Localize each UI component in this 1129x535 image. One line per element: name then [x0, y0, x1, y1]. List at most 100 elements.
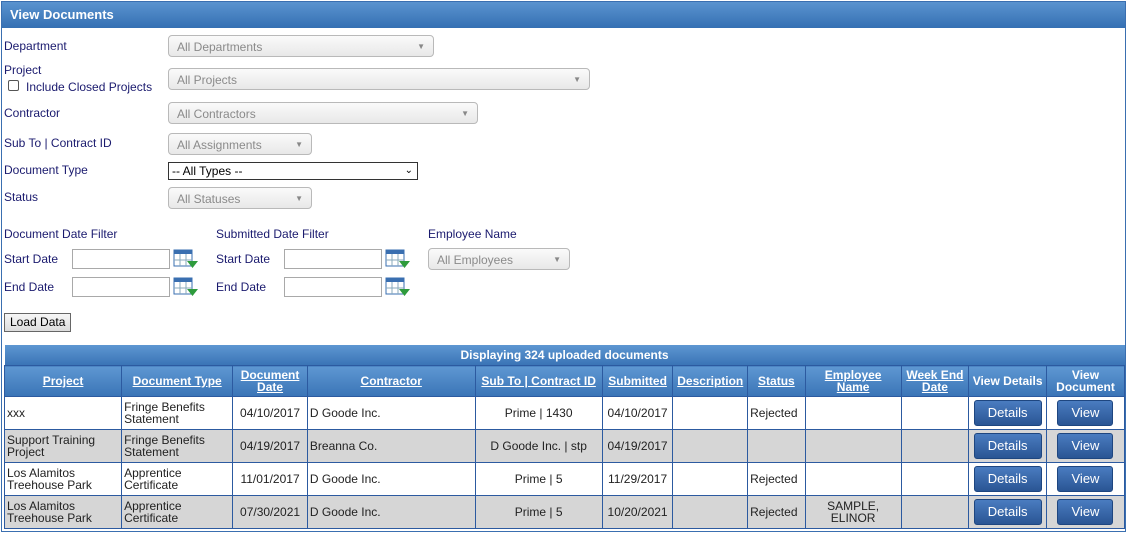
doc-start-date-input[interactable]	[72, 249, 170, 269]
cell-document-date: 04/19/2017	[232, 429, 308, 463]
cell-week-end	[900, 462, 970, 496]
doc-start-date-label: Start Date	[4, 252, 59, 266]
status-dropdown-value: All Statuses	[177, 192, 241, 206]
department-dropdown[interactable]: All Departments ▼	[168, 35, 434, 57]
employee-dropdown[interactable]: All Employees ▼	[428, 248, 570, 270]
cell-submitted: 10/20/2021	[601, 495, 674, 529]
status-label: Status	[4, 190, 39, 204]
cell-submitted: 04/19/2017	[601, 429, 674, 463]
view-button[interactable]: View	[1057, 433, 1114, 459]
project-dropdown[interactable]: All Projects ▼	[168, 68, 590, 90]
cell-subto: Prime | 5	[474, 495, 603, 529]
submitted-start-date-input[interactable]	[284, 249, 382, 269]
details-button[interactable]: Details	[973, 466, 1042, 492]
chevron-down-icon: ▼	[461, 109, 469, 118]
col-header-submitted[interactable]: Submitted	[601, 365, 674, 397]
col-header-project[interactable]: Project	[3, 365, 123, 397]
view-documents-panel: View Documents Department All Department…	[1, 1, 1126, 532]
assignments-dropdown[interactable]: All Assignments ▼	[168, 133, 312, 155]
doc-end-date-input[interactable]	[72, 277, 170, 297]
cell-project: Support Training Project	[3, 429, 123, 463]
col-header-document-type[interactable]: Document Type	[121, 365, 234, 397]
cell-employee: SAMPLE, ELINOR	[804, 495, 902, 529]
cell-week-end	[900, 396, 970, 430]
load-data-button[interactable]: Load Data	[4, 313, 72, 332]
cell-contractor: D Goode Inc.	[306, 462, 476, 496]
col-header-subto[interactable]: Sub To | Contract ID	[474, 365, 603, 397]
cell-document-type: Apprentice Certificate	[121, 462, 234, 496]
submitted-date-filter-label: Submitted Date Filter	[216, 227, 329, 241]
doc-end-date-label: End Date	[4, 280, 55, 294]
include-closed-projects-label: Include Closed Projects	[26, 80, 153, 94]
contractor-label: Contractor	[4, 106, 61, 120]
col-header-contractor[interactable]: Contractor	[306, 365, 476, 397]
cell-contractor: D Goode Inc.	[306, 396, 476, 430]
cell-subto: D Goode Inc. | stp	[474, 429, 603, 463]
cell-status	[747, 429, 806, 463]
subto-contract-label: Sub To | Contract ID	[4, 136, 112, 150]
calendar-icon[interactable]	[173, 277, 199, 297]
document-date-filter-label: Document Date Filter	[4, 227, 118, 241]
col-header-view-document: View Document	[1045, 365, 1125, 397]
contractor-dropdown[interactable]: All Contractors ▼	[168, 102, 478, 124]
details-button[interactable]: Details	[973, 400, 1042, 426]
project-dropdown-value: All Projects	[177, 73, 238, 87]
calendar-icon[interactable]	[385, 249, 411, 269]
table-caption: Displaying 324 uploaded documents	[4, 345, 1125, 366]
col-header-description[interactable]: Description	[672, 365, 749, 397]
document-type-select-value: -- All Types --	[172, 164, 243, 178]
document-type-select[interactable]: -- All Types -- ⌄	[168, 162, 418, 180]
cell-description	[672, 429, 749, 463]
submitted-start-date-label: Start Date	[216, 252, 271, 266]
cell-employee	[804, 396, 902, 430]
col-header-week-end-date[interactable]: Week End Date	[900, 365, 970, 397]
chevron-down-icon: ▼	[553, 255, 561, 264]
cell-submitted: 04/10/2017	[601, 396, 674, 430]
panel-title: View Documents	[2, 2, 1125, 28]
cell-document-date: 07/30/2021	[232, 495, 308, 529]
submitted-end-date-label: End Date	[216, 280, 267, 294]
view-button[interactable]: View	[1057, 400, 1114, 426]
cell-status: Rejected	[747, 396, 806, 430]
chevron-down-icon: ▼	[295, 140, 303, 149]
calendar-icon[interactable]	[173, 249, 199, 269]
cell-project: Los Alamitos Treehouse Park	[3, 462, 123, 496]
cell-status: Rejected	[747, 462, 806, 496]
assignments-dropdown-value: All Assignments	[177, 138, 262, 152]
cell-project: Los Alamitos Treehouse Park	[3, 495, 123, 529]
cell-week-end	[900, 429, 970, 463]
table-row: Support Training Project Fringe Benefits…	[3, 429, 1125, 463]
cell-description	[672, 495, 749, 529]
employee-dropdown-value: All Employees	[437, 253, 514, 267]
cell-document-date: 11/01/2017	[232, 462, 308, 496]
employee-name-label: Employee Name	[428, 227, 517, 241]
col-header-view-details: View Details	[968, 365, 1047, 397]
cell-subto: Prime | 5	[474, 462, 603, 496]
cell-contractor: D Goode Inc.	[306, 495, 476, 529]
view-button[interactable]: View	[1057, 499, 1114, 525]
status-dropdown[interactable]: All Statuses ▼	[168, 187, 312, 209]
cell-employee	[804, 429, 902, 463]
col-header-document-date[interactable]: Document Date	[232, 365, 308, 397]
cell-project: xxx	[3, 396, 123, 430]
col-header-employee-name[interactable]: Employee Name	[804, 365, 902, 397]
table-row: xxx Fringe Benefits Statement 04/10/2017…	[3, 396, 1125, 430]
chevron-down-icon: ▼	[417, 42, 425, 51]
cell-submitted: 11/29/2017	[601, 462, 674, 496]
calendar-icon[interactable]	[385, 277, 411, 297]
cell-document-date: 04/10/2017	[232, 396, 308, 430]
table-row: Los Alamitos Treehouse Park Apprentice C…	[3, 495, 1125, 529]
cell-document-type: Fringe Benefits Statement	[121, 396, 234, 430]
project-label: Project	[4, 63, 42, 77]
include-closed-projects-checkbox[interactable]	[8, 80, 19, 91]
cell-week-end	[900, 495, 970, 529]
cell-employee	[804, 462, 902, 496]
view-button[interactable]: View	[1057, 466, 1114, 492]
details-button[interactable]: Details	[973, 499, 1042, 525]
contractor-dropdown-value: All Contractors	[177, 107, 256, 121]
details-button[interactable]: Details	[973, 433, 1042, 459]
cell-document-type: Apprentice Certificate	[121, 495, 234, 529]
document-type-label: Document Type	[4, 163, 88, 177]
col-header-status[interactable]: Status	[747, 365, 806, 397]
submitted-end-date-input[interactable]	[284, 277, 382, 297]
